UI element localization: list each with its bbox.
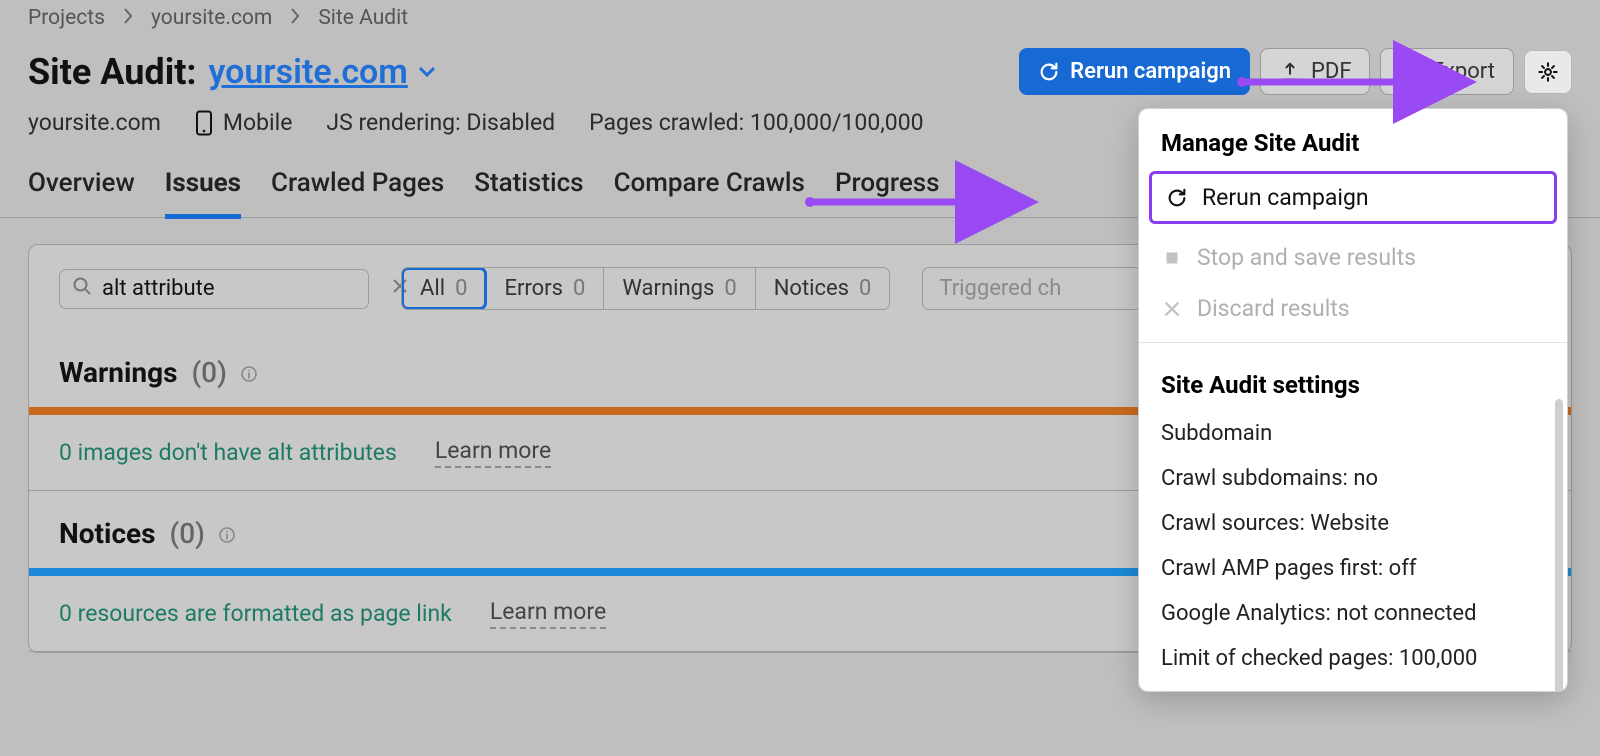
popover-rerun-label: Rerun campaign — [1202, 184, 1369, 211]
warnings-count: (0) — [191, 356, 226, 389]
export-button[interactable]: Export — [1380, 48, 1514, 95]
chevron-right-icon — [123, 6, 133, 30]
tab-issues[interactable]: Issues — [165, 162, 241, 219]
page-title: Site Audit: — [28, 51, 197, 93]
chevron-down-icon — [418, 66, 436, 78]
meta-device: Mobile — [195, 109, 293, 136]
popover-stop-item: Stop and save results — [1139, 232, 1567, 283]
export-icon — [1399, 61, 1421, 83]
pill-all[interactable]: All 0 — [402, 268, 486, 309]
meta-device-label: Mobile — [223, 109, 293, 136]
pdf-button[interactable]: PDF — [1260, 48, 1370, 95]
breadcrumb-site[interactable]: yoursite.com — [151, 6, 272, 30]
popover-stop-label: Stop and save results — [1197, 244, 1416, 271]
pill-notices[interactable]: Notices 0 — [756, 268, 890, 309]
settings-button[interactable] — [1524, 50, 1572, 94]
rerun-button[interactable]: Rerun campaign — [1019, 48, 1250, 95]
setting-limit: Limit of checked pages: 100,000 — [1139, 636, 1567, 681]
popover-discard-label: Discard results — [1197, 295, 1350, 322]
popover-scrollbar[interactable] — [1555, 399, 1563, 692]
site-name: yoursite.com — [209, 52, 408, 92]
pill-warnings-label: Warnings — [622, 276, 714, 301]
severity-pills: All 0 Errors 0 Warnings 0 Notices 0 — [401, 267, 890, 310]
pill-all-label: All — [420, 276, 445, 301]
warning-learn-more[interactable]: Learn more — [435, 437, 551, 468]
setting-crawl-sources: Crawl sources: Website — [1139, 501, 1567, 546]
setting-subdomain: Subdomain — [1139, 411, 1567, 456]
pill-notices-label: Notices — [774, 276, 849, 301]
pill-errors-count: 0 — [573, 276, 585, 301]
info-icon[interactable] — [241, 356, 257, 389]
search-input-wrap[interactable] — [59, 269, 369, 309]
tab-progress[interactable]: Progress — [835, 162, 940, 217]
rerun-label: Rerun campaign — [1070, 59, 1231, 84]
popover-discard-item: Discard results — [1139, 283, 1567, 334]
notices-title: Notices — [59, 517, 156, 550]
setting-ga: Google Analytics: not connected — [1139, 591, 1567, 636]
notice-row-text: 0 resources are formatted as page link — [59, 600, 452, 627]
warning-row-text: 0 images don't have alt attributes — [59, 439, 397, 466]
pill-errors-label: Errors — [504, 276, 563, 301]
breadcrumb-projects[interactable]: Projects — [28, 6, 105, 30]
breadcrumb-current: Site Audit — [318, 6, 408, 30]
refresh-icon — [1166, 187, 1188, 209]
chevron-right-icon — [290, 6, 300, 30]
search-input[interactable] — [102, 276, 380, 301]
pill-all-count: 0 — [455, 276, 467, 301]
setting-crawl-amp: Crawl AMP pages first: off — [1139, 546, 1567, 591]
settings-popover: Manage Site Audit Rerun campaign Stop an… — [1138, 108, 1568, 692]
pdf-label: PDF — [1311, 59, 1351, 84]
meta-domain: yoursite.com — [28, 109, 161, 136]
site-dropdown[interactable]: yoursite.com — [209, 52, 436, 92]
notices-count: (0) — [170, 517, 205, 550]
export-label: Export — [1431, 59, 1495, 84]
stop-icon — [1161, 247, 1183, 269]
pill-notices-count: 0 — [859, 276, 871, 301]
page-header: Site Audit: yoursite.com Rerun campaign … — [0, 30, 1600, 103]
refresh-icon — [1038, 61, 1060, 83]
tab-overview[interactable]: Overview — [28, 162, 135, 217]
popover-rerun-item[interactable]: Rerun campaign — [1149, 171, 1557, 224]
export-icon — [1279, 61, 1301, 83]
gear-icon — [1537, 61, 1559, 83]
popover-divider — [1139, 342, 1567, 343]
pill-warnings-count: 0 — [724, 276, 736, 301]
meta-js: JS rendering: Disabled — [326, 109, 555, 136]
warnings-title: Warnings — [59, 356, 177, 389]
meta-pages: Pages crawled: 100,000/100,000 — [589, 109, 923, 136]
search-icon — [72, 276, 92, 302]
info-icon[interactable] — [219, 517, 235, 550]
notice-learn-more[interactable]: Learn more — [490, 598, 606, 629]
mobile-icon — [195, 110, 213, 136]
popover-manage-title: Manage Site Audit — [1139, 109, 1567, 169]
pill-errors[interactable]: Errors 0 — [486, 268, 604, 309]
setting-crawl-subdomains: Crawl subdomains: no — [1139, 456, 1567, 501]
close-icon — [1161, 298, 1183, 320]
pill-warnings[interactable]: Warnings 0 — [604, 268, 755, 309]
breadcrumb: Projects yoursite.com Site Audit — [0, 0, 1600, 30]
triggered-filter[interactable]: Triggered ch — [922, 267, 1142, 310]
tab-statistics[interactable]: Statistics — [474, 162, 583, 217]
popover-settings-title: Site Audit settings — [1139, 351, 1567, 411]
tab-compare-crawls[interactable]: Compare Crawls — [614, 162, 805, 217]
tab-crawled-pages[interactable]: Crawled Pages — [271, 162, 444, 217]
